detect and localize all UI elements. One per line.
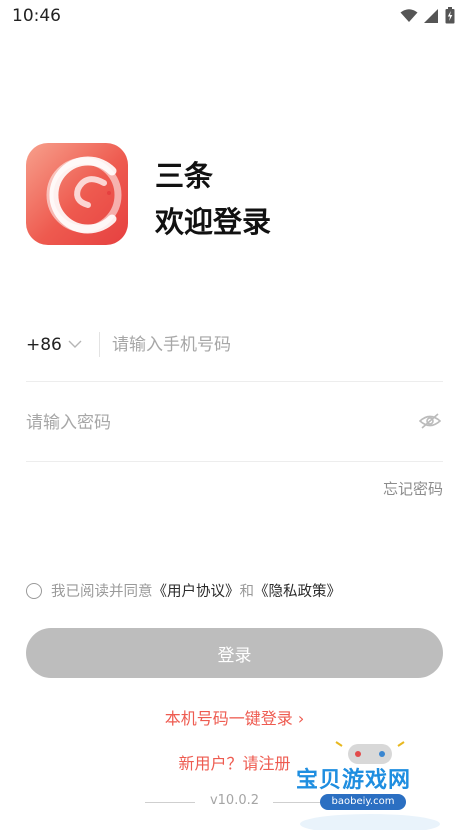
forgot-password-link[interactable]: 忘记密码 bbox=[383, 478, 443, 499]
agreement-prefix: 我已阅读并同意 bbox=[51, 584, 153, 600]
agreement-row: 我已阅读并同意 《用户协议》 和 《隐私政策》 bbox=[26, 580, 341, 601]
status-bar: 10:46 bbox=[0, 0, 469, 34]
wifi-icon bbox=[400, 8, 418, 22]
chevron-down-icon[interactable] bbox=[68, 340, 82, 349]
battery-icon bbox=[445, 7, 455, 24]
app-logo bbox=[26, 143, 128, 245]
quick-login-link[interactable]: 本机号码一键登录 › bbox=[0, 705, 469, 729]
app-name: 三条 bbox=[155, 159, 214, 193]
signal-icon bbox=[424, 8, 438, 23]
country-code-selector[interactable]: +86 bbox=[26, 335, 62, 355]
welcome-heading: 欢迎登录 bbox=[155, 205, 272, 239]
status-icons bbox=[400, 7, 455, 24]
eye-hidden-icon[interactable] bbox=[419, 413, 441, 429]
watermark-text: 宝贝游戏网 bbox=[296, 768, 412, 793]
privacy-policy-link[interactable]: 《隐私政策》 bbox=[254, 580, 341, 601]
field-divider bbox=[99, 332, 100, 357]
watermark-url: baobeiy.com bbox=[320, 794, 406, 810]
login-button[interactable]: 登录 bbox=[26, 628, 443, 678]
password-input[interactable] bbox=[26, 406, 396, 440]
agreement-checkbox[interactable] bbox=[26, 582, 42, 599]
agreement-and: 和 bbox=[239, 584, 255, 600]
phone-row: +86 bbox=[26, 320, 443, 382]
phone-input[interactable] bbox=[112, 328, 432, 362]
watermark: 宝贝游戏网 baobeiy.com bbox=[290, 740, 450, 830]
password-row bbox=[26, 400, 443, 462]
logo-swirl-icon bbox=[46, 156, 122, 234]
user-agreement-link[interactable]: 《用户协议》 bbox=[153, 580, 240, 601]
status-time: 10:46 bbox=[12, 6, 61, 26]
